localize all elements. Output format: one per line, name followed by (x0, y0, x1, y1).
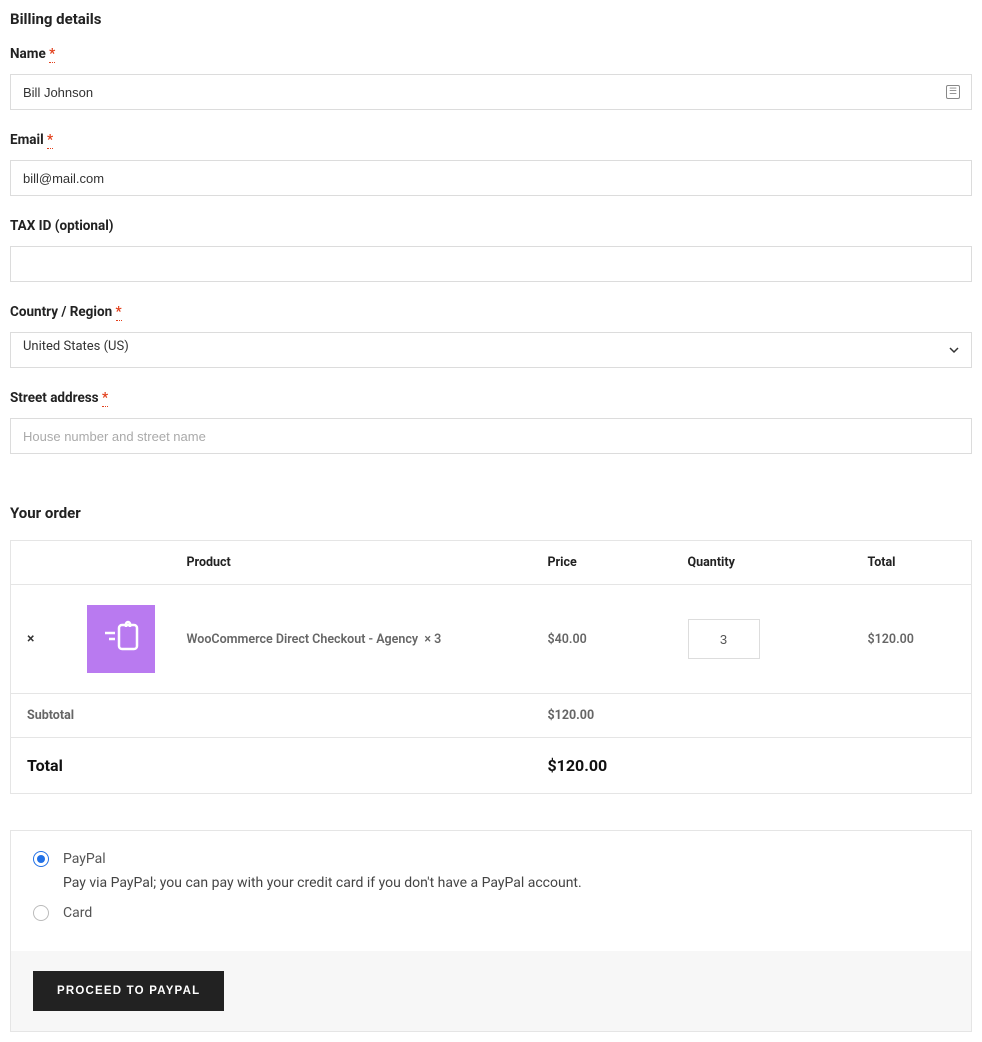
required-asterisk: * (116, 304, 122, 321)
name-field[interactable] (10, 74, 972, 110)
paypal-label: PayPal (63, 851, 106, 867)
product-thumbnail[interactable] (87, 605, 155, 673)
name-label: Name * (10, 46, 972, 62)
country-label-text: Country / Region (10, 304, 112, 320)
tax-id-field[interactable] (10, 246, 972, 282)
required-asterisk: * (102, 390, 108, 407)
payment-option-paypal[interactable]: PayPal Pay via PayPal; you can pay with … (33, 851, 949, 891)
product-total: $120.00 (852, 585, 972, 694)
country-label: Country / Region * (10, 304, 972, 320)
email-label: Email * (10, 132, 972, 148)
radio-paypal[interactable] (33, 851, 49, 867)
billing-details-title: Billing details (10, 10, 972, 28)
total-label: Total (11, 738, 532, 794)
order-item-row: × WooCommerce Direct Checkout - Agency ×… (11, 585, 972, 694)
quantity-input[interactable] (688, 619, 760, 659)
name-label-text: Name (10, 46, 46, 62)
product-price: $40.00 (532, 585, 672, 694)
paypal-desc: Pay via PayPal; you can pay with your cr… (63, 875, 949, 891)
email-field[interactable] (10, 160, 972, 196)
col-thumb (71, 541, 171, 585)
required-asterisk: * (47, 132, 53, 149)
product-icon (101, 619, 141, 659)
street-label-text: Street address (10, 390, 99, 406)
country-select[interactable]: United States (US) (10, 332, 972, 368)
street-label: Street address * (10, 390, 972, 406)
total-value: $120.00 (532, 738, 972, 794)
product-name-cell: WooCommerce Direct Checkout - Agency × 3 (171, 585, 532, 694)
product-name: WooCommerce Direct Checkout - Agency (187, 632, 419, 647)
col-remove (11, 541, 71, 585)
contact-card-icon: ☰ (946, 85, 960, 99)
email-label-text: Email (10, 132, 44, 148)
remove-item-button[interactable]: × (27, 631, 34, 647)
product-qty-inline: × 3 (424, 632, 441, 647)
col-product: Product (171, 541, 532, 585)
order-table: Product Price Quantity Total × (10, 540, 972, 794)
street-field[interactable] (10, 418, 972, 454)
your-order-title: Your order (10, 504, 972, 522)
card-label: Card (63, 905, 92, 921)
subtotal-value: $120.00 (532, 694, 972, 738)
payment-box: PayPal Pay via PayPal; you can pay with … (10, 830, 972, 1032)
tax-id-label: TAX ID (optional) (10, 218, 972, 234)
col-price: Price (532, 541, 672, 585)
col-quantity: Quantity (672, 541, 852, 585)
required-asterisk: * (49, 46, 55, 63)
subtotal-label: Subtotal (11, 694, 532, 738)
col-total: Total (852, 541, 972, 585)
payment-option-card[interactable]: Card (33, 905, 949, 921)
radio-card[interactable] (33, 905, 49, 921)
proceed-to-paypal-button[interactable]: PROCEED TO PAYPAL (33, 971, 224, 1011)
